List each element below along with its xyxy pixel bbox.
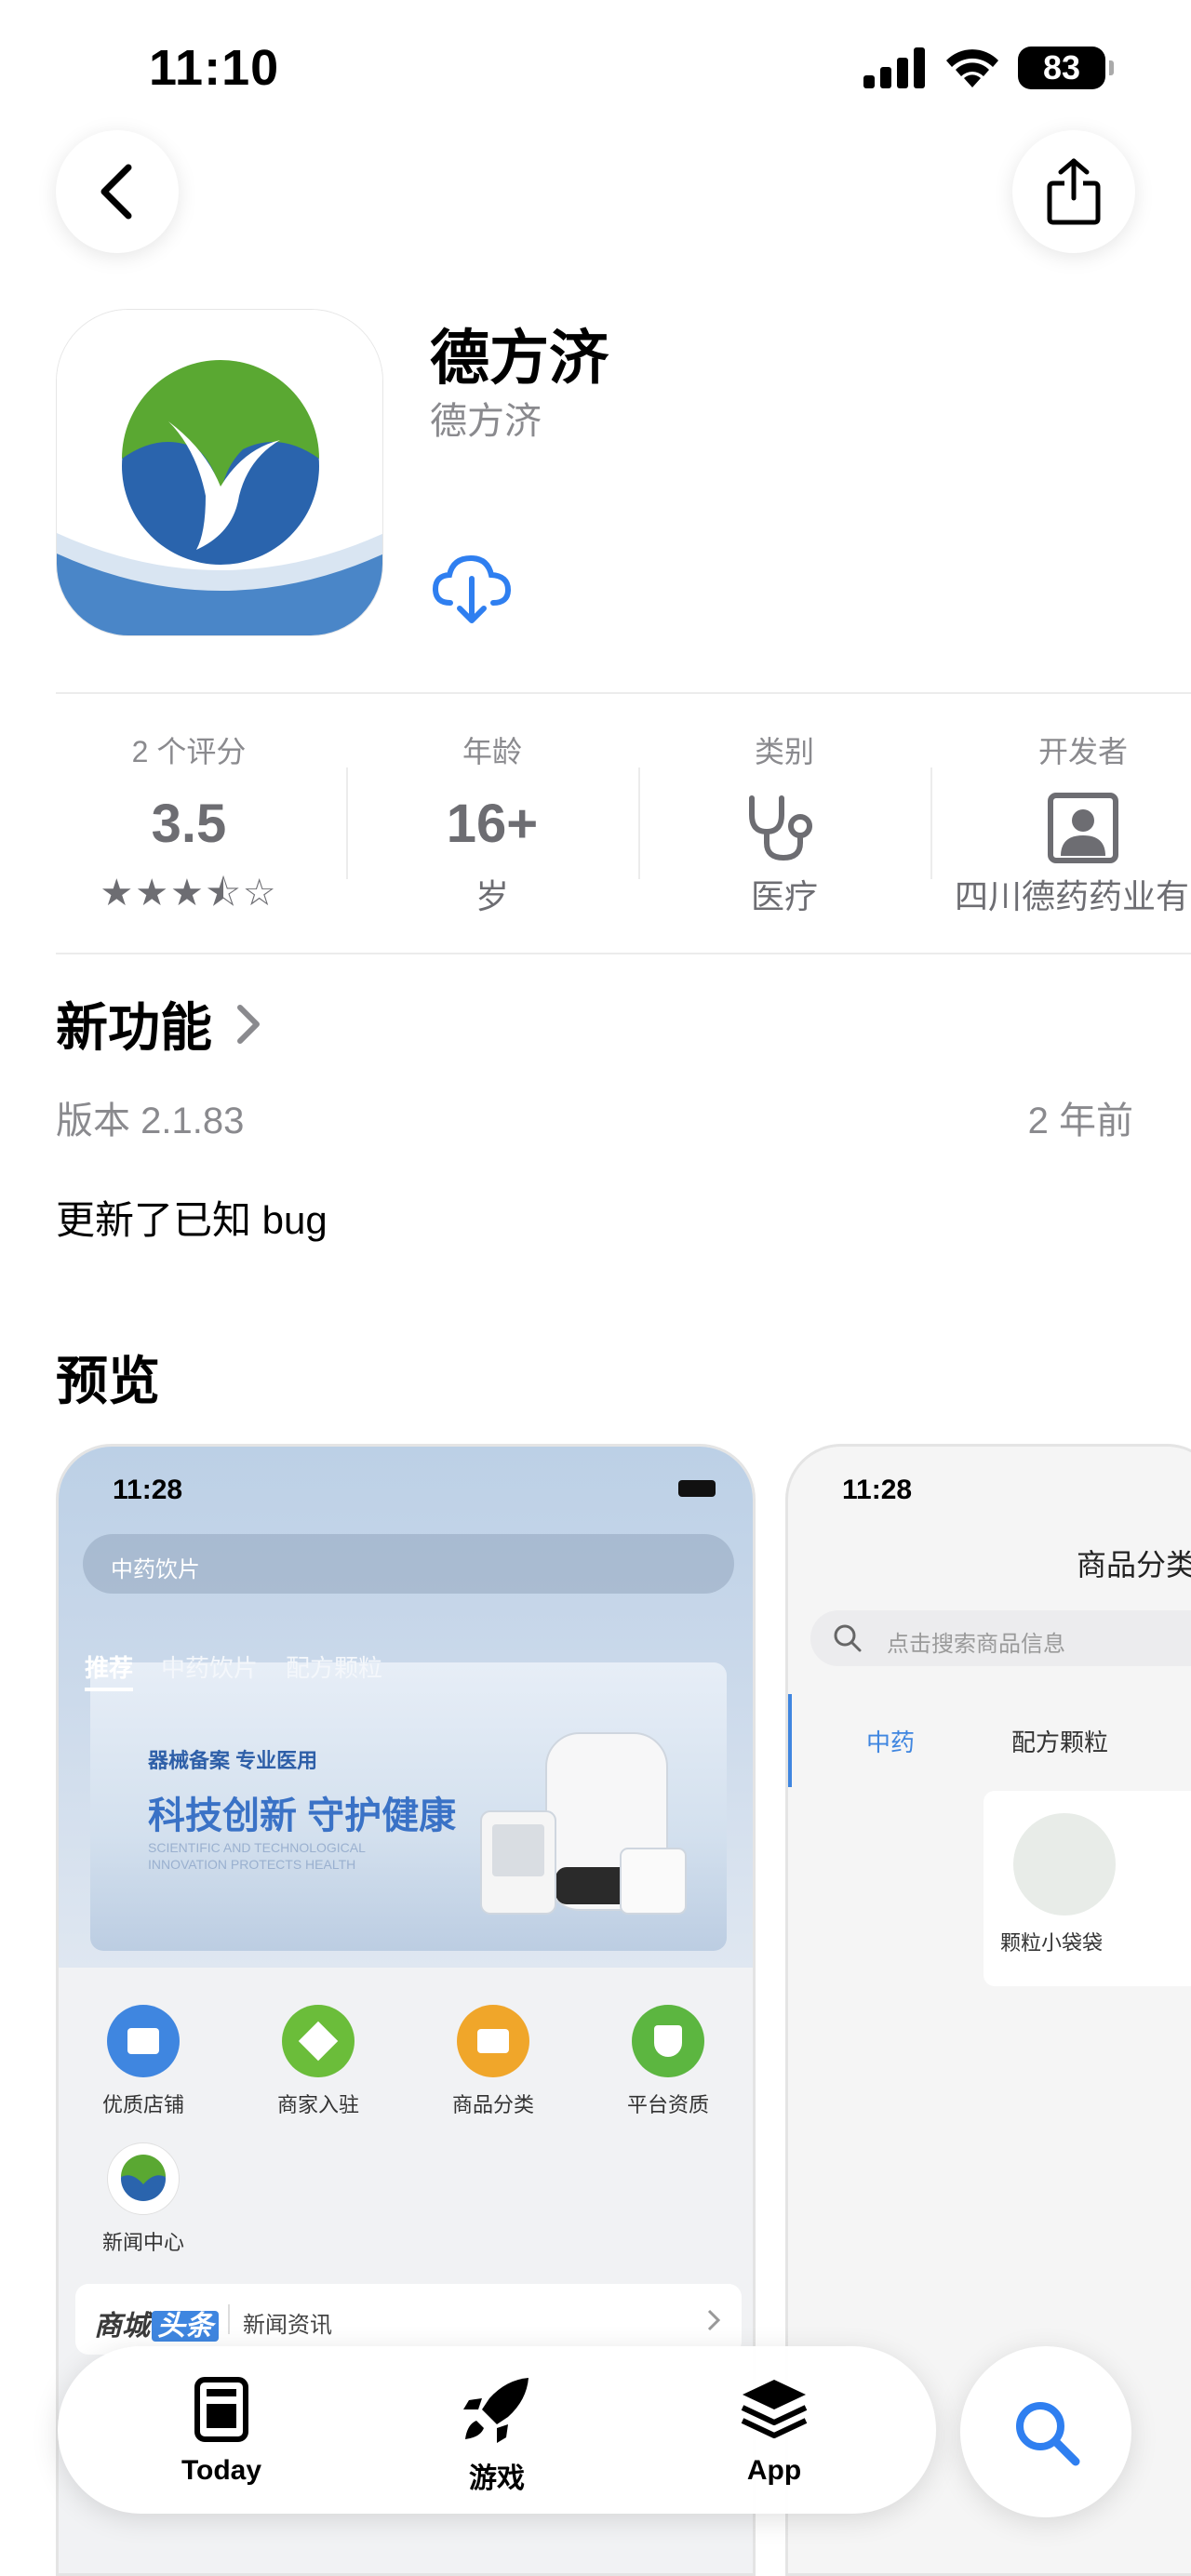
category-value: 医疗 [750, 877, 818, 915]
update-date: 2 年前 [1027, 1101, 1133, 1141]
grid-item-qualification: 平台资质 [598, 2005, 738, 2118]
tab-bar: Today 游戏 App [58, 2346, 936, 2514]
rating-stars: ★★★⯪☆ [100, 873, 278, 914]
download-button[interactable] [430, 551, 514, 625]
active-indicator [788, 1694, 792, 1787]
tab-games[interactable]: 游戏 [422, 2376, 571, 2496]
screenshot-search: 点击搜索商品信息 [810, 1610, 1191, 1666]
grid-item-news: 新闻中心 [74, 2142, 213, 2256]
status-bar: 11:10 83 [0, 0, 1191, 140]
wifi-icon [946, 49, 998, 87]
category-label: 类别 [754, 735, 814, 768]
search-icon [1016, 2402, 1080, 2466]
store-icon [107, 2005, 180, 2077]
tab-today[interactable]: Today [147, 2376, 296, 2487]
ratings-info[interactable]: 2 个评分 3.5 ★★★⯪☆ [43, 693, 335, 929]
person-icon [1048, 792, 1118, 863]
screenshot-time: 11:28 [113, 1475, 183, 1505]
product-image [1013, 1813, 1116, 1915]
screenshot-tab: 推荐 [85, 1649, 134, 1691]
release-notes: 更新了已知 bug [56, 1198, 328, 1242]
developer-value: 四川德药药业有 [955, 877, 1190, 915]
chevron-right-icon [237, 1004, 260, 1044]
tab-label: App [746, 2455, 802, 2486]
developer-info[interactable]: 开发者 四川德药药业有 [930, 693, 1191, 918]
category-icon-wrap [638, 792, 930, 861]
ratings-label: 2 个评分 [131, 735, 247, 768]
version-text: 版本 2.1.83 [56, 1101, 245, 1141]
whats-new-header[interactable]: 新功能 [56, 986, 262, 1061]
app-logo-icon [57, 310, 382, 635]
divider [228, 2304, 230, 2334]
news-logo-icon [107, 2142, 180, 2215]
battery-indicator: 83 [1018, 47, 1114, 89]
age-unit: 岁 [475, 877, 509, 915]
app-developer[interactable]: 德方济 [430, 391, 542, 445]
product-name: 颗粒小袋袋 [1000, 1931, 1104, 1955]
share-icon [1047, 158, 1101, 225]
screenshot-time: 11:28 [842, 1475, 913, 1505]
battery-icon [678, 1480, 716, 1497]
developer-label: 开发者 [1037, 735, 1128, 768]
category-icon [457, 2005, 529, 2077]
status-icons: 83 [863, 47, 1114, 89]
chevron-right-icon [707, 2309, 721, 2331]
share-button[interactable] [1012, 130, 1135, 253]
app-title: 德方济 [430, 325, 609, 392]
screenshot-title: 商品分类 [1077, 1548, 1191, 1582]
shield-icon [632, 2005, 704, 2077]
preview-title: 预览 [56, 1352, 160, 1410]
banner-headline: 科技创新 守护健康 [148, 1795, 457, 1836]
screenshot-tabs: 推荐 中药饮片 配方颗粒 [85, 1649, 382, 1691]
category-info[interactable]: 类别 医疗 [638, 693, 930, 918]
category-tab: 配方颗粒 [1011, 1728, 1109, 1756]
grid-item-merchant: 商家入驻 [248, 2005, 388, 2118]
screenshot-search: 中药饮片 [83, 1534, 734, 1594]
product-card: 颗粒小袋袋 [984, 1791, 1191, 1986]
news-bar: 商城 头条 新闻资讯 [75, 2284, 742, 2355]
age-info: 年龄 16+ 岁 [346, 693, 638, 918]
rocket-icon [463, 2378, 529, 2443]
grid-item-category: 商品分类 [423, 2005, 563, 2118]
grid-item-store: 优质店铺 [74, 2005, 213, 2118]
news-brand: 商城 头条 [94, 2302, 219, 2343]
age-label: 年龄 [462, 735, 522, 768]
ratings-value: 3.5 [151, 794, 227, 854]
banner-subtitle: 器械备案 专业医用 [148, 1749, 318, 1772]
banner-english: SCIENTIFIC AND TECHNOLOGICAL INNOVATION … [148, 1840, 366, 1872]
chevron-left-icon [100, 164, 132, 220]
screenshot-tab: 配方颗粒 [286, 1654, 383, 1682]
signal-icon [863, 47, 925, 88]
stethoscope-icon [749, 794, 812, 861]
info-strip: 2 个评分 3.5 ★★★⯪☆ 年龄 16+ 岁 类别 医疗 开发者 四川德药药… [0, 693, 1191, 954]
whats-new-title: 新功能 [56, 998, 212, 1057]
screenshot-tab: 中药饮片 [161, 1654, 259, 1682]
divider [56, 953, 1191, 954]
tab-apps[interactable]: App [700, 2376, 849, 2487]
merchant-icon [282, 2005, 355, 2077]
layers-icon [741, 2380, 808, 2438]
back-button[interactable] [56, 130, 179, 253]
developer-icon-wrap [930, 792, 1191, 863]
age-value: 16+ [446, 794, 539, 854]
today-icon [194, 2377, 248, 2442]
category-tab: 中药 [866, 1728, 916, 1756]
news-text: 新闻资讯 [243, 2313, 332, 2338]
tab-label: 游戏 [469, 2463, 525, 2494]
status-time: 11:10 [149, 40, 280, 96]
screenshot-banner: 器械备案 专业医用 科技创新 守护健康 SCIENTIFIC AND TECHN… [90, 1662, 727, 1951]
search-button[interactable] [960, 2346, 1131, 2517]
tab-label: Today [181, 2455, 262, 2486]
cloud-download-icon [432, 554, 512, 623]
search-icon [834, 1624, 862, 1652]
app-icon [56, 309, 383, 636]
oxygen-device-image [480, 1732, 687, 1915]
